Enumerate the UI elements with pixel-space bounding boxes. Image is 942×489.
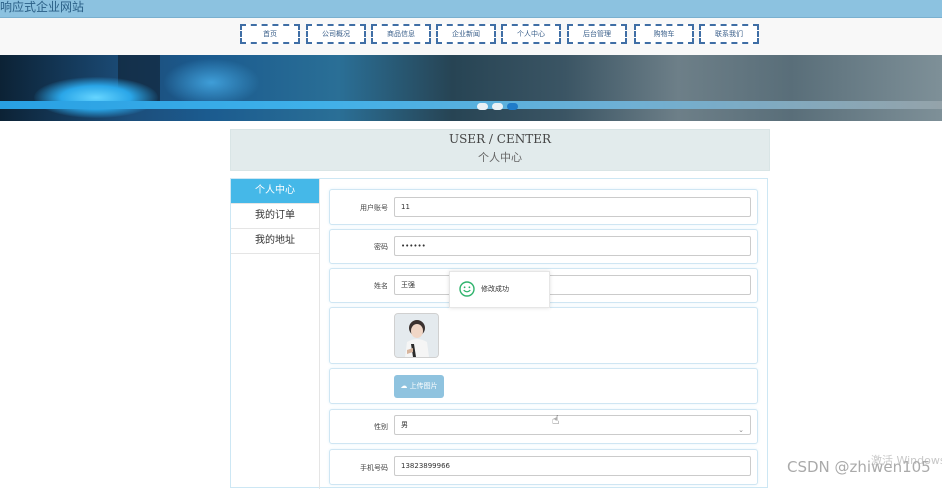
carousel-dot-3[interactable] <box>507 103 518 110</box>
nav-item-products[interactable]: 商品信息 <box>371 24 431 44</box>
sidebar-item-user-center[interactable]: 个人中心 <box>231 179 319 204</box>
phone-label: 手机号码 <box>360 464 388 472</box>
nav-item-cart[interactable]: 购物车 <box>634 24 694 44</box>
nav-item-contact[interactable]: 联系我们 <box>699 24 759 44</box>
name-input[interactable]: 王强 <box>394 275 751 295</box>
form-row-phone: 手机号码 13823899966 <box>329 449 758 485</box>
password-input[interactable]: •••••• <box>394 236 751 256</box>
chevron-down-icon: ⌄ <box>738 426 744 434</box>
form-row-gender: 性别 男 ⌄ <box>329 409 758 444</box>
nav-item-user-center[interactable]: 个人中心 <box>501 24 561 44</box>
account-input[interactable]: 11 <box>394 197 751 217</box>
nav-item-home[interactable]: 首页 <box>240 24 300 44</box>
form-row-password: 密码 •••••• <box>329 229 758 264</box>
site-title: 响应式企业网站 <box>0 0 85 14</box>
top-bar: 响应式企业网站 <box>0 0 942 18</box>
gender-value: 男 <box>401 421 408 429</box>
user-center-header: USER / CENTER 个人中心 <box>230 129 770 171</box>
avatar-photo <box>395 314 438 357</box>
gender-label: 性别 <box>374 423 388 431</box>
hand-cursor-icon: ☝ <box>552 413 560 427</box>
account-label: 用户账号 <box>360 204 388 212</box>
banner-stripe <box>0 101 942 109</box>
carousel-dots <box>477 103 521 112</box>
cloud-upload-icon: ☁ <box>400 382 408 390</box>
phone-input[interactable]: 13823899966 <box>394 456 751 476</box>
upload-image-button[interactable]: ☁ 上传图片 <box>394 375 444 398</box>
nav-item-news[interactable]: 企业新闻 <box>436 24 496 44</box>
avatar-image <box>394 313 439 358</box>
success-toast: 修改成功 <box>449 271 550 308</box>
sidebar-item-orders[interactable]: 我的订单 <box>231 204 319 229</box>
form-row-account: 用户账号 11 <box>329 189 758 225</box>
main-nav: 首页 公司概况 商品信息 企业新闻 个人中心 后台管理 购物车 联系我们 <box>0 18 942 56</box>
user-center-panel: 个人中心 我的订单 我的地址 用户账号 11 密码 •••••• 姓名 王强 ☁ <box>230 178 768 489</box>
sidebar-item-address[interactable]: 我的地址 <box>231 229 319 254</box>
form-row-upload: ☁ 上传图片 <box>329 368 758 404</box>
name-label: 姓名 <box>374 282 388 290</box>
upload-button-label: 上传图片 <box>409 382 438 390</box>
gender-select[interactable]: 男 ⌄ <box>394 415 751 435</box>
password-label: 密码 <box>374 243 388 251</box>
csdn-watermark: CSDN @zhiwen105 <box>787 458 931 476</box>
user-center-title-en: USER / CENTER <box>448 132 552 146</box>
carousel-dot-1[interactable] <box>477 103 488 110</box>
smile-icon <box>459 281 475 297</box>
toast-message: 修改成功 <box>481 285 509 293</box>
user-center-title-cn: 个人中心 <box>478 151 522 164</box>
banner-carousel[interactable] <box>0 55 942 121</box>
banner-light <box>164 59 259 106</box>
banner-light <box>34 77 158 118</box>
sidebar: 个人中心 我的订单 我的地址 <box>231 179 320 489</box>
nav-item-company[interactable]: 公司概况 <box>306 24 366 44</box>
carousel-dot-2[interactable] <box>492 103 503 110</box>
nav-item-admin[interactable]: 后台管理 <box>567 24 627 44</box>
form-row-avatar <box>329 307 758 364</box>
